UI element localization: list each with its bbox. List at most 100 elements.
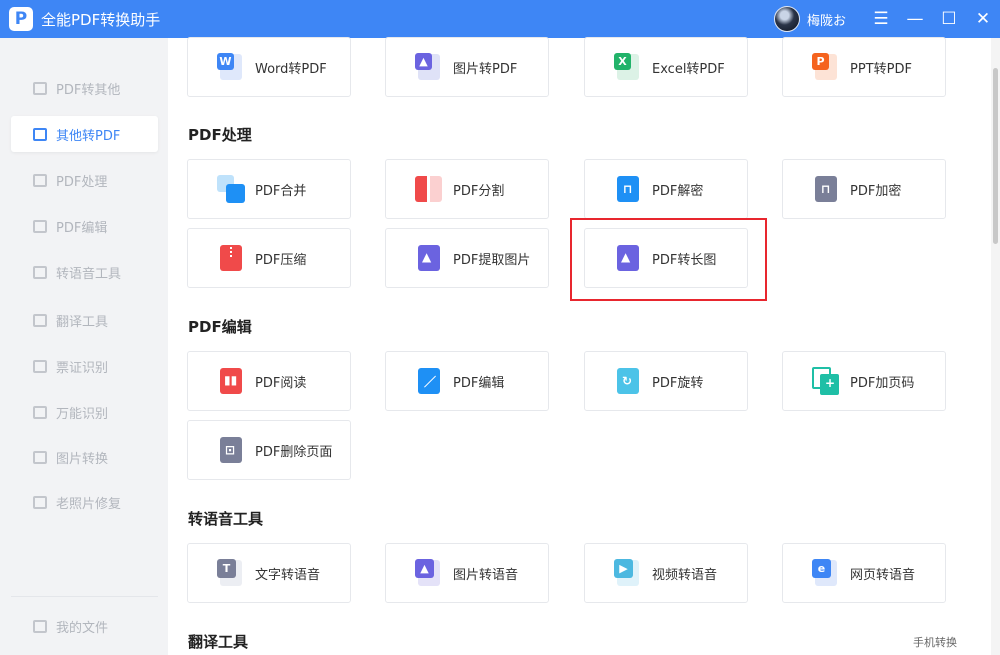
read-icon: ▮▮ (217, 367, 245, 395)
split-icon (415, 175, 443, 203)
sidebar-item-speech-tools[interactable]: 转语音工具 (11, 254, 158, 290)
tool-card-video-to-speech[interactable]: ▶ 视频转语音 (584, 543, 748, 603)
scrollbar-thumb[interactable] (993, 68, 998, 244)
folder-icon (33, 619, 47, 633)
photo-restore-icon (33, 495, 47, 509)
sidebar-item-pdf-to-other[interactable]: PDF转其他 (11, 70, 158, 106)
tool-label: PDF旋转 (652, 375, 704, 391)
sidebar-item-label: 万能识别 (56, 406, 109, 422)
pdf-process-icon (33, 173, 47, 187)
tool-card-pdf-split[interactable]: PDF分割 (385, 159, 549, 219)
image-speech-icon: ▲ (415, 559, 443, 587)
speech-tools-icon (33, 265, 47, 279)
tool-label: PDF提取图片 (453, 252, 531, 268)
tool-card-word-to-pdf[interactable]: W Word转PDF (187, 37, 351, 97)
translate-icon (33, 313, 47, 327)
tool-card-pdf-page-number[interactable]: + PDF加页码 (782, 351, 946, 411)
other-to-pdf-icon (33, 127, 47, 141)
pdf-edit-icon (33, 219, 47, 233)
section-title-pdf-process: PDF处理 (188, 126, 252, 144)
tool-label: PDF分割 (453, 183, 505, 199)
tool-card-excel-to-pdf[interactable]: X Excel转PDF (584, 37, 748, 97)
tool-card-pdf-rotate[interactable]: ↻ PDF旋转 (584, 351, 748, 411)
sidebar: PDF转其他 其他转PDF PDF处理 PDF编辑 转语音工具 翻译工具 票证识… (0, 38, 168, 655)
tool-label: PDF阅读 (255, 375, 307, 391)
user-avatar[interactable] (773, 6, 800, 32)
scrollbar[interactable] (991, 38, 1000, 655)
app-title: 全能PDF转换助手 (41, 10, 161, 29)
tool-label: PDF合并 (255, 183, 307, 199)
excel-icon: X (614, 53, 642, 81)
tool-label: 视频转语音 (652, 567, 718, 583)
highlight-box (570, 218, 767, 301)
tool-label: Excel转PDF (652, 61, 725, 77)
pdf-to-other-icon (33, 81, 47, 95)
section-title-translate: 翻译工具 (188, 633, 249, 651)
text-speech-icon: T (217, 559, 245, 587)
sidebar-item-label: PDF处理 (56, 174, 108, 190)
tool-card-ppt-to-pdf[interactable]: P PPT转PDF (782, 37, 946, 97)
video-speech-icon: ▶ (614, 559, 642, 587)
sidebar-item-label: 转语音工具 (56, 266, 122, 282)
tool-card-pdf-extract-images[interactable]: ▲ PDF提取图片 (385, 228, 549, 288)
tool-card-web-to-speech[interactable]: e 网页转语音 (782, 543, 946, 603)
tool-card-pdf-delete-page[interactable]: ⊡ PDF删除页面 (187, 420, 351, 480)
tool-card-pdf-compress[interactable]: PDF压缩 (187, 228, 351, 288)
section-title-pdf-edit: PDF编辑 (188, 318, 252, 336)
title-bar: P 全能PDF转换助手 梅陇お ☰ — ☐ ✕ (0, 0, 1000, 38)
tool-card-pdf-merge[interactable]: PDF合并 (187, 159, 351, 219)
image-icon: ▲ (415, 53, 443, 81)
tool-card-pdf-encrypt[interactable]: ⊓ PDF加密 (782, 159, 946, 219)
delete-page-icon: ⊡ (217, 436, 245, 464)
main-content: W Word转PDF ▲ 图片转PDF X Excel转PDF P PPT转PD… (168, 37, 991, 655)
page-number-icon: + (812, 367, 840, 395)
maximize-button[interactable]: ☐ (932, 0, 966, 38)
mobile-convert-link[interactable]: 手机转换 (913, 634, 957, 650)
ppt-icon: P (812, 53, 840, 81)
section-title-speech-tools: 转语音工具 (188, 510, 264, 528)
web-speech-icon: e (812, 559, 840, 587)
user-name[interactable]: 梅陇お (807, 10, 846, 29)
merge-icon (217, 175, 245, 203)
sidebar-divider (11, 596, 158, 597)
sidebar-item-universal-ocr[interactable]: 万能识别 (11, 394, 158, 430)
sidebar-item-pdf-edit[interactable]: PDF编辑 (11, 208, 158, 244)
sidebar-item-ticket-ocr[interactable]: 票证识别 (11, 348, 158, 384)
tool-label: PDF解密 (652, 183, 704, 199)
sidebar-item-label: 票证识别 (56, 360, 109, 376)
tool-card-image-to-speech[interactable]: ▲ 图片转语音 (385, 543, 549, 603)
tool-card-pdf-read[interactable]: ▮▮ PDF阅读 (187, 351, 351, 411)
sidebar-item-photo-restore[interactable]: 老照片修复 (11, 484, 158, 520)
sidebar-item-other-to-pdf[interactable]: 其他转PDF (11, 116, 158, 152)
compress-icon (217, 244, 245, 272)
sidebar-item-label: 老照片修复 (56, 496, 122, 512)
edit-icon: ／ (415, 367, 443, 395)
unlock-icon: ⊓ (614, 175, 642, 203)
tool-label: PDF加密 (850, 183, 902, 199)
sidebar-item-my-files[interactable]: 我的文件 (11, 608, 158, 644)
sidebar-item-label: 其他转PDF (56, 128, 121, 144)
menu-icon[interactable]: ☰ (864, 0, 898, 38)
tool-label: PPT转PDF (850, 61, 912, 77)
universal-ocr-icon (33, 405, 47, 419)
tool-label: 文字转语音 (255, 567, 321, 583)
sidebar-item-pdf-process[interactable]: PDF处理 (11, 162, 158, 198)
sidebar-item-label: PDF转其他 (56, 82, 121, 98)
minimize-button[interactable]: — (898, 0, 932, 38)
sidebar-item-label: 翻译工具 (56, 314, 109, 330)
tool-label: 图片转PDF (453, 61, 518, 77)
tool-label: 网页转语音 (850, 567, 916, 583)
sidebar-item-label: 图片转换 (56, 451, 109, 467)
sidebar-item-translate[interactable]: 翻译工具 (11, 302, 158, 338)
tool-label: PDF删除页面 (255, 444, 333, 460)
tool-card-image-to-pdf[interactable]: ▲ 图片转PDF (385, 37, 549, 97)
app-logo-icon: P (9, 7, 33, 31)
tool-card-pdf-decrypt[interactable]: ⊓ PDF解密 (584, 159, 748, 219)
close-button[interactable]: ✕ (966, 0, 1000, 38)
tool-label: PDF加页码 (850, 375, 915, 391)
tool-card-text-to-speech[interactable]: T 文字转语音 (187, 543, 351, 603)
app-window: P 全能PDF转换助手 梅陇お ☰ — ☐ ✕ PDF转其他 其他转PDF PD… (0, 0, 1000, 655)
sidebar-item-label: 我的文件 (56, 620, 109, 636)
sidebar-item-image-convert[interactable]: 图片转换 (11, 439, 158, 475)
tool-card-pdf-edit[interactable]: ／ PDF编辑 (385, 351, 549, 411)
